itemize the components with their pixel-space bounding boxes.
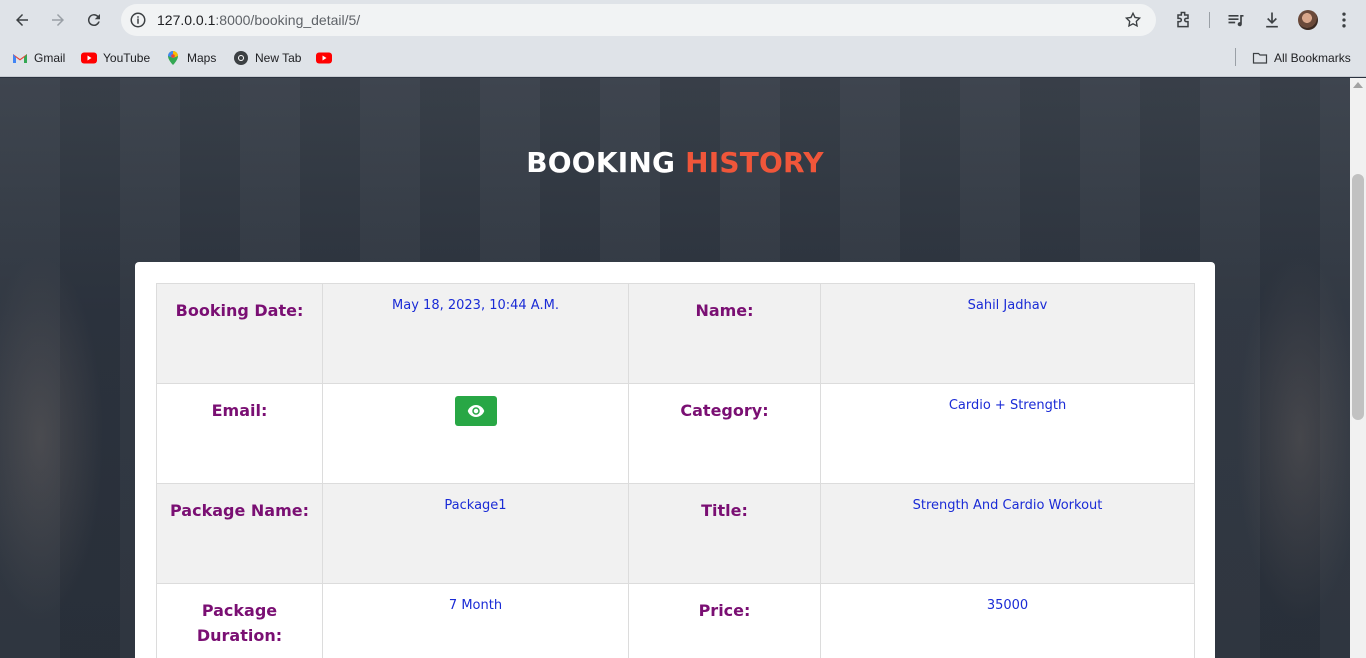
url-host: 127.0.0.1 <box>157 12 216 28</box>
site-info-icon[interactable] <box>129 11 147 29</box>
table-row: Package Duration: 7 Month Price: 35000 <box>156 583 1195 658</box>
toolbar-divider <box>1209 12 1210 28</box>
youtube-icon <box>81 52 97 64</box>
page-title: BOOKING HISTORY <box>0 146 1350 179</box>
page-background: BOOKING HISTORY Booking Date: May 18, 20… <box>0 78 1350 658</box>
scrollbar-thumb[interactable] <box>1352 174 1364 420</box>
reload-icon <box>87 14 100 27</box>
package-name-label: Package Name: <box>156 483 323 584</box>
bookmarks-divider <box>1235 48 1236 66</box>
name-value: Sahil Jadhav <box>820 283 1195 384</box>
all-bookmarks[interactable]: All Bookmarks <box>1252 49 1351 67</box>
youtube-icon <box>316 52 332 64</box>
maps-icon <box>168 51 178 65</box>
back-button[interactable] <box>10 8 34 32</box>
download-icon[interactable] <box>1262 10 1282 30</box>
url-path: :8000/booking_detail/5/ <box>215 12 361 28</box>
email-label: Email: <box>156 383 323 484</box>
scroll-up-arrow-icon[interactable] <box>1353 82 1363 88</box>
table-row: Email: Category: Cardio + Strength <box>156 383 1195 484</box>
bookmark-label: Maps <box>187 51 217 65</box>
arrow-right-icon <box>52 14 64 26</box>
title-label: Title: <box>628 483 821 584</box>
all-bookmarks-label: All Bookmarks <box>1274 51 1351 65</box>
reload-button[interactable] <box>82 8 106 32</box>
chrome-icon <box>234 51 248 65</box>
booking-details-card: Booking Date: May 18, 2023, 10:44 A.M. N… <box>135 262 1215 658</box>
page-title-part1: BOOKING <box>526 146 676 179</box>
view-email-button[interactable] <box>454 396 497 426</box>
bookmark-new-tab[interactable]: New Tab <box>233 49 301 67</box>
category-value: Cardio + Strength <box>820 383 1195 484</box>
folder-icon <box>1252 52 1268 64</box>
package-duration-label: Package Duration: <box>156 583 323 658</box>
name-label: Name: <box>628 283 821 384</box>
bookmark-maps[interactable]: Maps <box>165 49 216 67</box>
eye-icon <box>467 405 484 417</box>
arrow-left-icon <box>16 14 28 26</box>
forward-button[interactable] <box>46 8 70 32</box>
menu-dots-icon[interactable] <box>1334 10 1354 30</box>
bookmark-youtube[interactable]: YouTube <box>81 49 150 67</box>
url-text[interactable]: 127.0.0.1:8000/booking_detail/5/ <box>157 12 360 28</box>
package-duration-value: 7 Month <box>322 583 629 658</box>
booking-date-label: Booking Date: <box>156 283 323 384</box>
package-name-value: Package1 <box>322 483 629 584</box>
bookmark-star-icon[interactable] <box>1124 11 1142 29</box>
browser-toolbar: 127.0.0.1:8000/booking_detail/5/ <box>0 0 1366 40</box>
price-label: Price: <box>628 583 821 658</box>
title-value: Strength And Cardio Workout <box>820 483 1195 584</box>
gmail-icon <box>13 54 27 63</box>
bookmark-label: Gmail <box>34 51 66 65</box>
bookmarks-bar: Gmail YouTube Maps New Tab All Bookmarks <box>0 40 1366 77</box>
bookmark-label: New Tab <box>255 51 302 65</box>
table-row: Package Name: Package1 Title: Strength A… <box>156 483 1195 584</box>
email-value-cell <box>322 383 629 484</box>
extensions-icon[interactable] <box>1173 10 1193 30</box>
bookmark-gmail[interactable]: Gmail <box>12 49 65 67</box>
price-value: 35000 <box>820 583 1195 658</box>
bookmark-youtube-2[interactable] <box>316 49 332 67</box>
booking-date-value: May 18, 2023, 10:44 A.M. <box>322 283 629 384</box>
category-label: Category: <box>628 383 821 484</box>
bookmark-label: YouTube <box>103 51 151 65</box>
address-bar[interactable]: 127.0.0.1:8000/booking_detail/5/ <box>121 4 1156 36</box>
page-title-part2: HISTORY <box>685 146 824 179</box>
table-row: Booking Date: May 18, 2023, 10:44 A.M. N… <box>156 283 1195 384</box>
profile-avatar[interactable] <box>1298 10 1318 30</box>
booking-details-table: Booking Date: May 18, 2023, 10:44 A.M. N… <box>156 283 1195 658</box>
package-duration-label-line2: Duration: <box>196 626 283 645</box>
media-queue-icon[interactable] <box>1226 10 1246 30</box>
package-duration-label-line1: Package <box>201 601 278 620</box>
